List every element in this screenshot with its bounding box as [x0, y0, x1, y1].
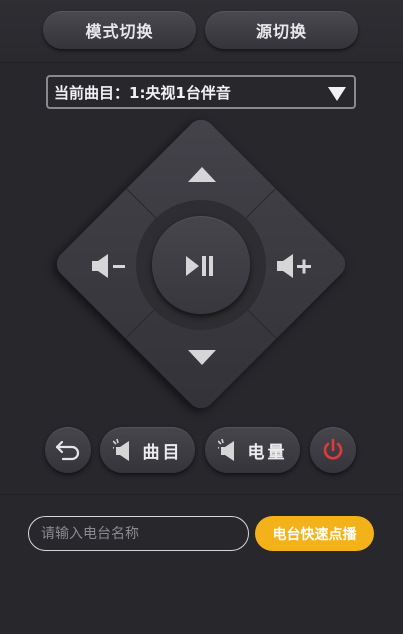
song-button-label: 曲目	[142, 442, 183, 463]
section-divider	[0, 494, 403, 495]
battery-button-label: 电量	[247, 442, 288, 463]
remote-control-screen: 模式切换 源切换 当前曲目：1:央视1台伴音 曲目 电量 请输入电台名称 电台快…	[0, 0, 403, 634]
back-button[interactable]	[45, 427, 91, 473]
speaker-icon	[112, 439, 129, 461]
volume-down-icon	[92, 254, 125, 278]
dpad	[0, 0, 403, 420]
station-name-input[interactable]	[28, 516, 249, 551]
speaker-icon	[217, 439, 234, 461]
up-arrow-icon	[188, 167, 216, 182]
battery-button[interactable]: 电量	[205, 427, 300, 473]
song-button[interactable]: 曲目	[100, 427, 195, 473]
back-icon	[55, 440, 80, 461]
play-pause-icon	[186, 256, 213, 276]
down-arrow-icon	[188, 350, 216, 365]
quick-station-play-button[interactable]: 电台快速点播	[255, 516, 374, 551]
volume-up-icon	[277, 254, 311, 278]
power-icon	[323, 438, 343, 460]
power-button[interactable]	[310, 427, 356, 473]
